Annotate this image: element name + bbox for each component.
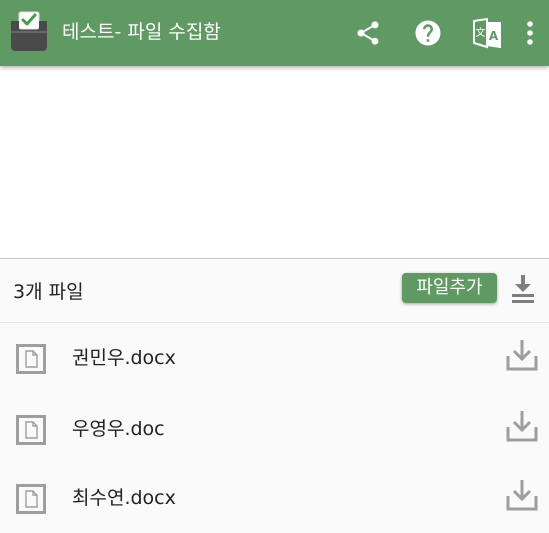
document-icon bbox=[16, 344, 46, 374]
document-icon bbox=[16, 484, 46, 514]
svg-text:A: A bbox=[489, 29, 499, 43]
file-name: 최수연.docx bbox=[72, 487, 176, 509]
file-list: 권민우.docx 우영우.doc 최수연.docx bbox=[0, 323, 549, 533]
share-button[interactable] bbox=[352, 15, 384, 51]
download-file-button[interactable] bbox=[505, 408, 539, 444]
more-options-button[interactable] bbox=[518, 15, 542, 51]
file-name: 권민우.docx bbox=[72, 347, 176, 369]
svg-text:文: 文 bbox=[476, 26, 486, 39]
app-title: 테스트- 파일 수집함 bbox=[62, 21, 221, 43]
download-icon bbox=[506, 340, 538, 371]
download-all-icon bbox=[512, 275, 534, 303]
content-area bbox=[0, 66, 549, 258]
more-vert-icon bbox=[527, 21, 533, 45]
file-count-label: 3개 파일 bbox=[13, 281, 84, 303]
file-row[interactable]: 우영우.doc bbox=[0, 394, 549, 464]
download-icon bbox=[506, 480, 538, 511]
files-header: 3개 파일 파일추가 bbox=[0, 258, 549, 323]
app-bar: 테스트- 파일 수집함 A 文 bbox=[0, 0, 549, 66]
translate-icon: A 文 bbox=[473, 17, 501, 49]
download-icon bbox=[506, 411, 538, 442]
file-row[interactable]: 최수연.docx bbox=[0, 463, 549, 533]
add-file-button[interactable]: 파일추가 bbox=[402, 273, 497, 303]
download-file-button[interactable] bbox=[505, 337, 539, 373]
help-button[interactable] bbox=[412, 15, 444, 51]
share-icon bbox=[357, 21, 379, 45]
translate-button[interactable]: A 文 bbox=[471, 15, 503, 51]
document-icon bbox=[16, 415, 46, 445]
help-icon bbox=[415, 20, 441, 46]
file-name: 우영우.doc bbox=[72, 418, 165, 440]
collection-box-logo-icon bbox=[8, 9, 50, 53]
file-row[interactable]: 권민우.docx bbox=[0, 323, 549, 393]
download-all-button[interactable] bbox=[509, 273, 537, 305]
download-file-button[interactable] bbox=[505, 477, 539, 513]
